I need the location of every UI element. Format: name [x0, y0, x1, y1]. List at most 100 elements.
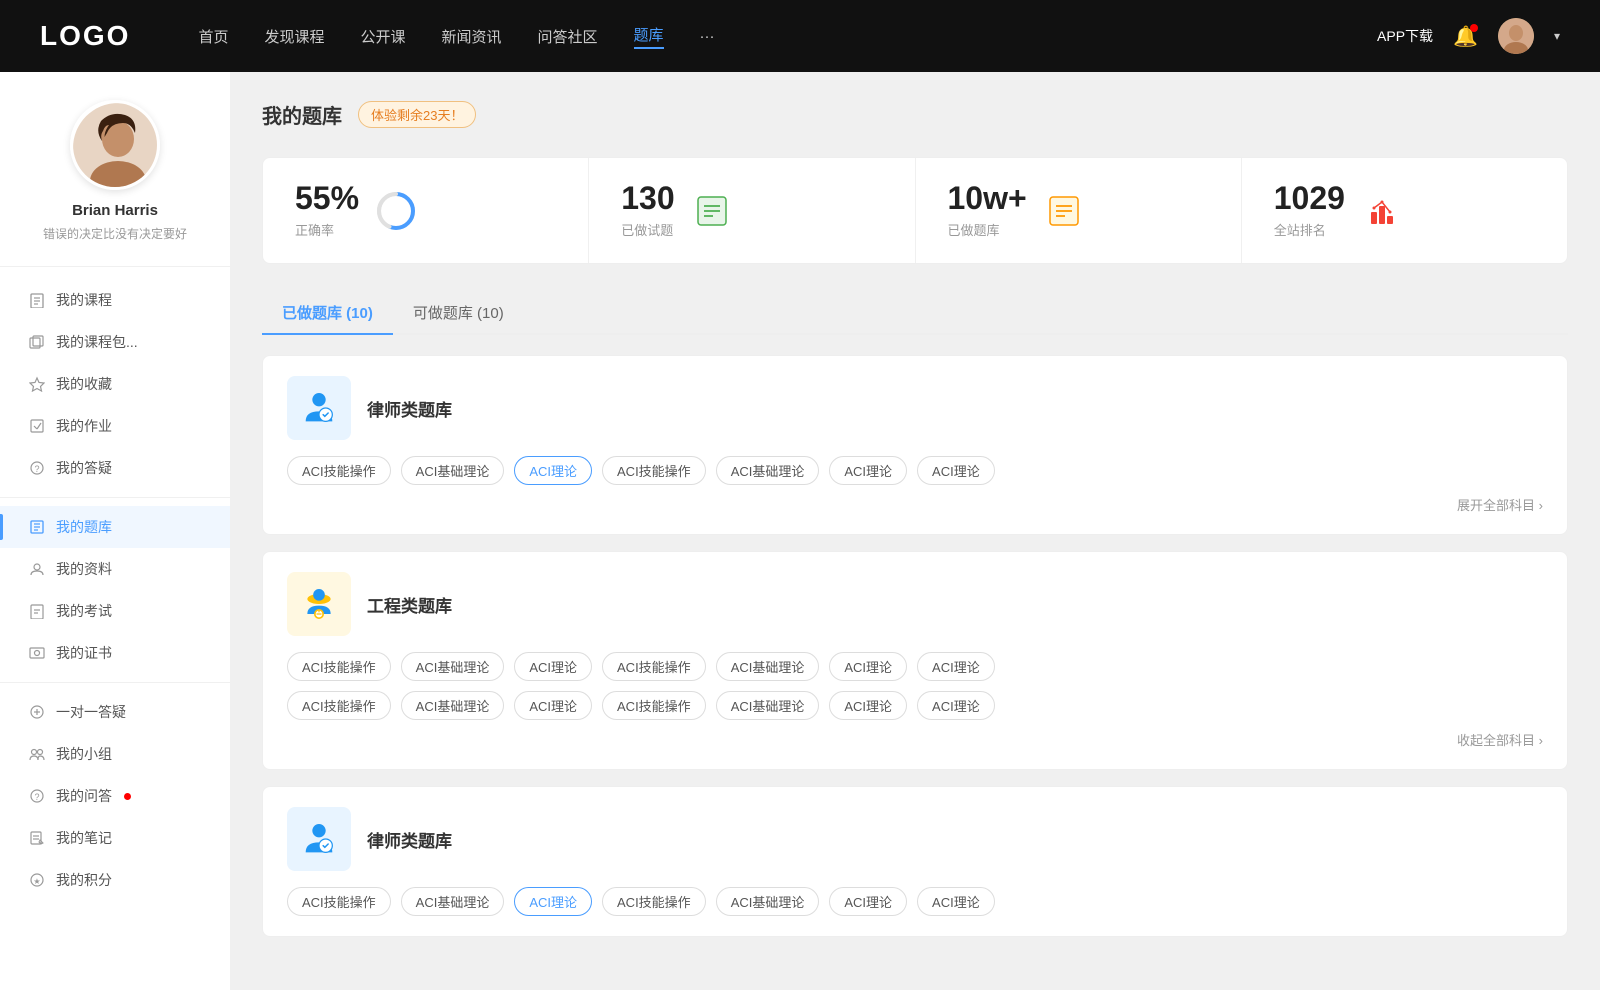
nav-questionbank[interactable]: 题库 — [634, 24, 664, 49]
stat-banks-value: 10w+ — [948, 182, 1027, 214]
tutor-icon — [28, 703, 46, 721]
bank-tag[interactable]: ACI技能操作 — [602, 456, 706, 485]
bank-tag[interactable]: ACI理论 — [514, 691, 592, 720]
logo: LOGO — [40, 20, 130, 52]
sidebar-item-homework[interactable]: 我的作业 — [0, 405, 230, 447]
bank-tag[interactable]: ACI理论 — [829, 887, 907, 916]
tabs-row: 已做题库 (10) 可做题库 (10) — [262, 292, 1568, 335]
bank-tag[interactable]: ACI技能操作 — [287, 691, 391, 720]
nav-news[interactable]: 新闻资讯 — [442, 26, 502, 47]
nav-home[interactable]: 首页 — [198, 26, 228, 47]
sidebar-label-tutor: 一对一答疑 — [56, 702, 126, 722]
svg-text:★: ★ — [33, 877, 40, 886]
nav-qa[interactable]: 问答社区 — [538, 26, 598, 47]
bank-tag-active[interactable]: ACI理论 — [514, 456, 592, 485]
bank-tag[interactable]: ACI基础理论 — [716, 456, 820, 485]
bank-tag[interactable]: ACI理论 — [917, 887, 995, 916]
stat-accuracy-value: 55% — [295, 182, 359, 214]
bank-name-lawyer-2: 律师类题库 — [367, 827, 452, 852]
sidebar-item-mycourse[interactable]: 我的课程 — [0, 279, 230, 321]
page-header: 我的题库 体验剩余23天！ — [262, 100, 1568, 129]
bank-tags-engineer-row2: ACI技能操作 ACI基础理论 ACI理论 ACI技能操作 ACI基础理论 AC… — [287, 691, 1543, 720]
sidebar-item-profile[interactable]: 我的资料 — [0, 548, 230, 590]
myqa-badge — [124, 793, 131, 800]
svg-text:?: ? — [34, 464, 39, 474]
bank-tag[interactable]: ACI基础理论 — [716, 887, 820, 916]
nav-more[interactable]: ··· — [700, 28, 715, 45]
stat-done-banks: 10w+ 已做题库 — [916, 158, 1242, 263]
sidebar-label-group: 我的小组 — [56, 744, 112, 764]
bank-tag[interactable]: ACI理论 — [829, 456, 907, 485]
questionbank-icon — [28, 518, 46, 536]
notification-bell[interactable]: 🔔 — [1453, 24, 1478, 49]
user-avatar[interactable] — [1498, 18, 1534, 54]
bank-tag[interactable]: ACI基础理论 — [401, 887, 505, 916]
sidebar-item-certificate[interactable]: 我的证书 — [0, 632, 230, 674]
bank-tag[interactable]: ACI理论 — [917, 691, 995, 720]
notification-dot — [1470, 24, 1478, 32]
sidebar-label-notes: 我的笔记 — [56, 828, 112, 848]
notes-icon — [28, 829, 46, 847]
bank-tag[interactable]: ACI基础理论 — [401, 456, 505, 485]
bank-tag[interactable]: ACI技能操作 — [602, 887, 706, 916]
bank-tag[interactable]: ACI基础理论 — [716, 691, 820, 720]
bank-tag[interactable]: ACI技能操作 — [602, 652, 706, 681]
bank-icon-engineer — [287, 572, 351, 636]
bank-tag[interactable]: ACI技能操作 — [287, 887, 391, 916]
sidebar-menu: 我的课程 我的课程包... 我的收藏 — [0, 267, 230, 913]
profile-icon — [28, 560, 46, 578]
user-name: Brian Harris — [20, 202, 210, 219]
bank-tag[interactable]: ACI基础理论 — [401, 691, 505, 720]
nav-opencourse[interactable]: 公开课 — [360, 26, 405, 47]
sidebar-item-questionbank[interactable]: 我的题库 — [0, 506, 230, 548]
sidebar-item-favorites[interactable]: 我的收藏 — [0, 363, 230, 405]
sidebar-item-questions[interactable]: ? 我的答疑 — [0, 447, 230, 489]
nav-discover[interactable]: 发现课程 — [264, 26, 324, 47]
sidebar-item-coursepack[interactable]: 我的课程包... — [0, 321, 230, 363]
stat-ranking-value: 1029 — [1274, 182, 1345, 214]
user-dropdown-arrow[interactable]: ▾ — [1554, 29, 1560, 43]
bank-tag[interactable]: ACI理论 — [829, 652, 907, 681]
stat-accuracy-icon — [375, 190, 417, 232]
sidebar-item-exam[interactable]: 我的考试 — [0, 590, 230, 632]
bank-tag[interactable]: ACI技能操作 — [602, 691, 706, 720]
questions-icon: ? — [28, 459, 46, 477]
bank-card-engineer: 工程类题库 ACI技能操作 ACI基础理论 ACI理论 ACI技能操作 ACI基… — [262, 551, 1568, 770]
bank-icon-lawyer-2 — [287, 807, 351, 871]
sidebar-item-group[interactable]: 我的小组 — [0, 733, 230, 775]
app-download-button[interactable]: APP下载 — [1377, 26, 1433, 46]
sidebar-label-questions: 我的答疑 — [56, 458, 112, 478]
favorites-icon — [28, 375, 46, 393]
sidebar-item-myqa[interactable]: ? 我的问答 — [0, 775, 230, 817]
sidebar-label-favorites: 我的收藏 — [56, 374, 112, 394]
sidebar: Brian Harris 错误的决定比没有决定要好 我的课程 — [0, 72, 230, 990]
bank-tag-active[interactable]: ACI理论 — [514, 887, 592, 916]
sidebar-label-homework: 我的作业 — [56, 416, 112, 436]
bank-tag[interactable]: ACI理论 — [514, 652, 592, 681]
sidebar-item-notes[interactable]: 我的笔记 — [0, 817, 230, 859]
sidebar-label-mycourse: 我的课程 — [56, 290, 112, 310]
nav-links: 首页 发现课程 公开课 新闻资讯 问答社区 题库 ··· — [198, 24, 1329, 49]
expand-link-lawyer-1[interactable]: 展开全部科目 › — [1457, 495, 1543, 514]
tab-todo-banks[interactable]: 可做题库 (10) — [393, 292, 524, 335]
stat-done-value: 130 — [621, 182, 674, 214]
svg-text:?: ? — [34, 792, 39, 802]
collapse-link-engineer[interactable]: 收起全部科目 › — [1457, 730, 1543, 749]
bank-tag[interactable]: ACI基础理论 — [716, 652, 820, 681]
bank-tag[interactable]: ACI基础理论 — [401, 652, 505, 681]
bank-tag[interactable]: ACI理论 — [917, 456, 995, 485]
sidebar-label-points: 我的积分 — [56, 870, 112, 890]
bank-tag[interactable]: ACI理论 — [917, 652, 995, 681]
sidebar-label-coursepack: 我的课程包... — [56, 332, 138, 352]
tab-done-banks[interactable]: 已做题库 (10) — [262, 292, 393, 335]
bank-name-engineer: 工程类题库 — [367, 592, 452, 617]
bank-tags-engineer-row1: ACI技能操作 ACI基础理论 ACI理论 ACI技能操作 ACI基础理论 AC… — [287, 652, 1543, 681]
bank-tag[interactable]: ACI理论 — [829, 691, 907, 720]
course-icon — [28, 291, 46, 309]
sidebar-item-tutor[interactable]: 一对一答疑 — [0, 691, 230, 733]
sidebar-profile: Brian Harris 错误的决定比没有决定要好 — [0, 100, 230, 267]
bank-tag[interactable]: ACI技能操作 — [287, 652, 391, 681]
sidebar-item-points[interactable]: ★ 我的积分 — [0, 859, 230, 901]
bank-tag[interactable]: ACI技能操作 — [287, 456, 391, 485]
certificate-icon — [28, 644, 46, 662]
